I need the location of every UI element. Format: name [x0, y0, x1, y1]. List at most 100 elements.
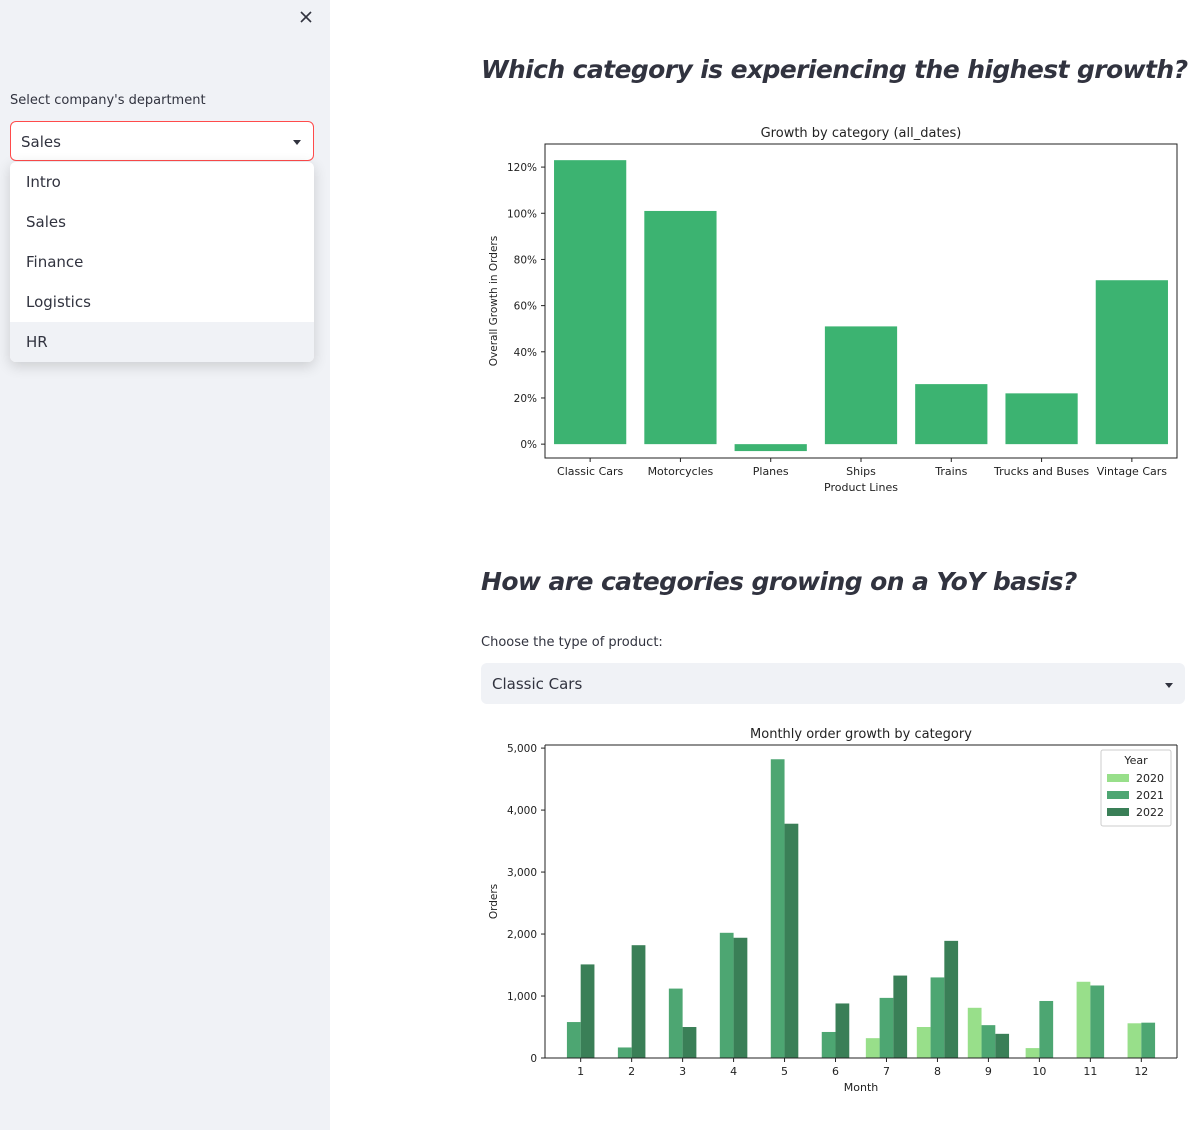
close-icon [300, 11, 312, 23]
chevron-down-icon [293, 140, 301, 145]
bar-month-7-2020 [865, 1038, 880, 1058]
y-tick-label: 1,000 [507, 991, 537, 1003]
x-tick-label: Classic Cars [557, 465, 623, 478]
bar-classic-cars [554, 160, 627, 445]
y-tick-label: 40% [514, 347, 537, 359]
x-tick-label: 8 [934, 1065, 941, 1078]
bar-month-12-2021 [1141, 1022, 1156, 1058]
bar-month-1-2022 [580, 964, 595, 1058]
y-tick-label: 120% [507, 162, 537, 174]
heading-yoy-growth: How are categories growing on a YoY basi… [481, 567, 1077, 596]
legend-label-2022: 2022 [1136, 806, 1164, 819]
product-select-label: Choose the type of product: [481, 635, 663, 650]
legend-title: Year [1123, 754, 1148, 767]
y-tick-label: 80% [514, 254, 537, 266]
bar-month-10-2020 [1025, 1048, 1040, 1058]
bar-month-4-2021 [719, 932, 734, 1058]
y-tick-label: 3,000 [507, 867, 537, 879]
bar-month-3-2022 [682, 1027, 697, 1058]
y-tick-label: 20% [514, 393, 537, 405]
bar-month-8-2021 [930, 977, 945, 1058]
chart-title: Growth by category (all_dates) [761, 126, 962, 141]
dropdown-option-finance[interactable]: Finance [10, 242, 314, 282]
bar-month-12-2020 [1127, 1023, 1142, 1058]
x-tick-label: 9 [985, 1065, 992, 1078]
bar-motorcycles [644, 210, 717, 445]
bar-month-4-2022 [733, 937, 748, 1058]
chevron-down-icon [1165, 683, 1173, 688]
bar-trains [915, 384, 988, 445]
x-tick-label: Trucks and Buses [993, 465, 1089, 478]
bar-month-5-2021 [770, 759, 785, 1058]
bar-planes [734, 444, 807, 452]
bar-month-9-2021 [981, 1025, 996, 1058]
bar-month-8-2022 [944, 940, 959, 1058]
dropdown-option-hr[interactable]: HR [10, 322, 314, 362]
bar-month-8-2020 [916, 1027, 931, 1058]
x-tick-label: 11 [1083, 1065, 1097, 1078]
legend-label-2020: 2020 [1136, 772, 1164, 785]
monthly-order-growth-chart: Monthly order growth by category 0 1,000 2,… [488, 727, 1178, 1094]
x-tick-label: 6 [832, 1065, 839, 1078]
bar-month-11-2021 [1090, 985, 1105, 1058]
department-select-label: Select company's department [10, 93, 206, 108]
sidebar: Select company's department Sales Intro … [0, 0, 330, 1130]
y-tick-label: 2,000 [507, 929, 537, 941]
bar-month-2-2022 [631, 945, 646, 1058]
x-axis-label: Product Lines [824, 481, 898, 494]
bar-trucks-and-buses [1005, 393, 1078, 445]
department-select[interactable]: Sales [10, 121, 314, 161]
x-tick-label: Planes [753, 465, 789, 478]
bar-month-6-2022 [835, 1003, 850, 1058]
bar-month-7-2021 [879, 997, 894, 1058]
legend-label-2021: 2021 [1136, 789, 1164, 802]
x-tick-label: 5 [781, 1065, 788, 1078]
y-axis-label: Overall Growth in Orders [488, 236, 500, 366]
x-tick-label: Vintage Cars [1097, 465, 1168, 478]
legend-swatch-2022 [1107, 808, 1129, 816]
bar-month-6-2021 [821, 1031, 836, 1058]
bar-month-9-2020 [967, 1007, 982, 1058]
x-tick-label: 12 [1134, 1065, 1148, 1078]
bar-month-1-2021 [566, 1022, 581, 1058]
bar-month-3-2021 [668, 988, 683, 1058]
x-tick-label: 3 [679, 1065, 686, 1078]
dropdown-option-sales[interactable]: Sales [10, 202, 314, 242]
x-tick-label: 4 [730, 1065, 737, 1078]
bar-month-2-2021 [617, 1047, 632, 1058]
legend-swatch-2021 [1107, 791, 1129, 799]
y-axis-label: Orders [488, 884, 500, 919]
bar-month-5-2022 [784, 823, 799, 1058]
bar-vintage-cars [1095, 280, 1168, 445]
x-tick-label: 7 [883, 1065, 890, 1078]
dropdown-option-logistics[interactable]: Logistics [10, 282, 314, 322]
y-tick-label: 60% [514, 301, 537, 313]
bar-month-10-2021 [1039, 1000, 1054, 1058]
y-tick-label: 5,000 [507, 743, 537, 755]
legend-swatch-2020 [1107, 774, 1129, 782]
product-select-value: Classic Cars [492, 675, 583, 693]
growth-by-category-chart: Growth by category (all_dates) 0% 20% 40% 60… [488, 126, 1178, 494]
department-dropdown-menu: Intro Sales Finance Logistics HR [10, 162, 314, 362]
bar-month-11-2020 [1076, 981, 1091, 1058]
x-axis-label: Month [844, 1081, 879, 1094]
y-tick-label: 0 [530, 1053, 537, 1065]
y-tick-label: 100% [507, 208, 537, 220]
x-tick-label: 1 [577, 1065, 584, 1078]
x-tick-label: Ships [846, 465, 876, 478]
close-sidebar-button[interactable] [296, 7, 316, 27]
x-tick-label: 10 [1032, 1065, 1046, 1078]
heading-highest-growth: Which category is experiencing the highe… [481, 55, 1188, 84]
department-select-value: Sales [21, 133, 61, 151]
product-type-select[interactable]: Classic Cars [481, 663, 1185, 704]
chart-title: Monthly order growth by category [750, 727, 972, 742]
dropdown-option-intro[interactable]: Intro [10, 162, 314, 202]
bar-month-9-2022 [995, 1033, 1010, 1058]
x-tick-label: Motorcycles [648, 465, 714, 478]
bar-month-7-2022 [893, 975, 908, 1058]
bar-ships [824, 326, 898, 445]
y-tick-label: 4,000 [507, 805, 537, 817]
x-tick-label: Trains [934, 465, 967, 478]
x-tick-label: 2 [628, 1065, 635, 1078]
y-tick-label: 0% [520, 439, 537, 451]
